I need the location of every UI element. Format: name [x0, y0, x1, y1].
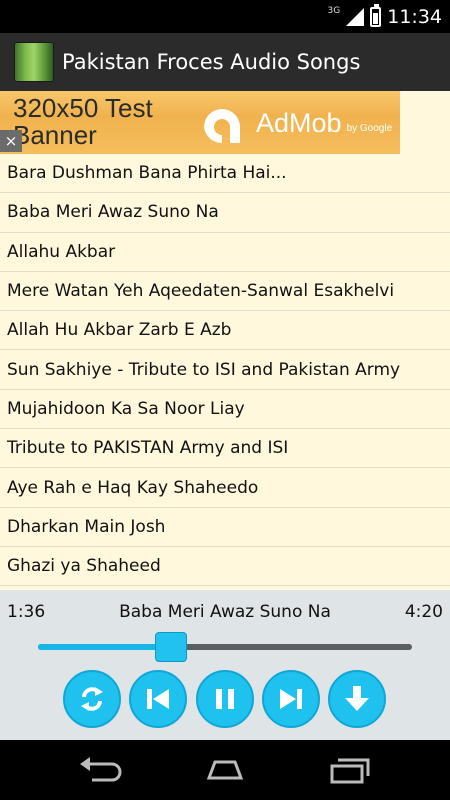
repeat-icon — [81, 687, 103, 711]
status-indicators: 3G 11:34 — [327, 3, 442, 29]
signal-icon — [346, 7, 365, 26]
song-item[interactable]: Tribute to PAKISTAN Army and ISI — [0, 429, 450, 469]
pause-button[interactable] — [196, 670, 254, 728]
battery-icon — [370, 3, 382, 27]
download-icon — [345, 686, 369, 711]
app-bar: Pakistan Froces Audio Songs — [0, 33, 450, 91]
seek-progress — [38, 644, 172, 650]
app-title: Pakistan Froces Audio Songs — [62, 50, 361, 74]
song-list: Bara Dushman Bana Phirta Hai... Baba Mer… — [0, 154, 450, 590]
network-type: 3G — [327, 5, 341, 16]
song-item[interactable]: Sun Sakhiye - Tribute to ISI and Pakista… — [0, 350, 450, 390]
song-item[interactable]: Baba Meri Awaz Suno Na — [0, 193, 450, 233]
playback-controls — [0, 670, 450, 728]
admob-logo-icon — [204, 109, 240, 143]
song-item[interactable]: Mujahidoon Ka Sa Noor Liay — [0, 390, 450, 430]
ad-container: 320x50 Test Banner AdMob by Google × — [0, 91, 450, 154]
player-panel: Baba Meri Awaz Suno Na 1:36 4:20 — [0, 590, 450, 740]
song-item[interactable]: Allah Hu Akbar Zarb E Azb — [0, 311, 450, 351]
song-item[interactable]: Dharkan Main Josh — [0, 508, 450, 547]
elapsed-time: 1:36 — [7, 602, 46, 622]
previous-button[interactable] — [129, 670, 187, 728]
now-playing-title: Baba Meri Awaz Suno Na — [119, 602, 331, 622]
ad-banner[interactable]: 320x50 Test Banner AdMob by Google — [0, 91, 400, 154]
song-item[interactable]: Mere Watan Yeh Aqeedaten-Sanwal Esakhelv… — [0, 272, 450, 312]
admob-by-google: by Google — [346, 122, 393, 134]
song-item[interactable]: Bara Dushman Bana Phirta Hai... — [0, 154, 450, 194]
status-bar: 3G 11:34 — [0, 0, 450, 33]
song-item[interactable]: Allahu Akbar — [0, 233, 450, 272]
song-item[interactable]: Ghazi ya Shaheed — [0, 547, 450, 587]
system-nav-bar — [0, 740, 450, 800]
download-button[interactable] — [328, 670, 386, 728]
home-button[interactable] — [200, 754, 250, 786]
back-button[interactable] — [75, 754, 125, 786]
admob-brand: AdMob by Google — [200, 103, 392, 143]
pause-icon — [216, 689, 234, 709]
recents-button[interactable] — [325, 754, 375, 786]
admob-wordmark: AdMob — [256, 107, 342, 138]
seek-bar[interactable] — [38, 632, 412, 662]
back-icon — [80, 757, 122, 782]
ad-close-button[interactable]: × — [0, 130, 22, 152]
app-logo-icon[interactable] — [14, 42, 54, 82]
next-icon — [280, 689, 302, 709]
seek-thumb[interactable] — [155, 632, 188, 662]
repeat-button[interactable] — [63, 670, 121, 728]
total-time: 4:20 — [404, 602, 443, 622]
next-button[interactable] — [262, 670, 320, 728]
ad-banner-text: 320x50 Test Banner — [13, 93, 153, 150]
previous-icon — [147, 689, 169, 709]
status-time: 11:34 — [387, 5, 442, 28]
home-icon — [206, 760, 244, 780]
recents-icon — [330, 758, 370, 784]
song-item[interactable]: Aye Rah e Haq Kay Shaheedo — [0, 468, 450, 508]
